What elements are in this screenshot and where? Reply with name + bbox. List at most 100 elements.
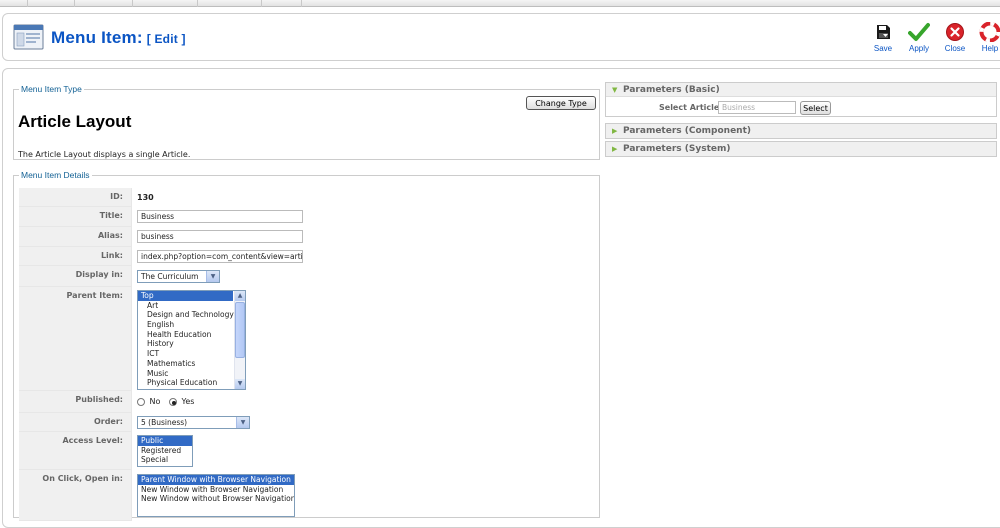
save-button[interactable]: Save — [866, 22, 900, 53]
toolbar: Menu Item:[ Edit ] Save Apply Close Help — [2, 13, 1000, 61]
parameters-component-header[interactable]: ▶ Parameters (Component) — [606, 124, 996, 138]
apply-label: Apply — [908, 44, 929, 53]
top-strip-segment — [75, 0, 133, 7]
title-label: Title: — [19, 207, 132, 227]
apply-button[interactable]: Apply — [902, 22, 936, 53]
top-strip-segment — [28, 0, 75, 7]
lifebuoy-help-icon — [979, 22, 1000, 42]
id-label: ID: — [19, 188, 132, 207]
published-no-label: No — [149, 397, 161, 406]
access-level-row: Access Level: Public Registered Special — [19, 432, 594, 470]
id-value: 130 — [137, 193, 154, 202]
on-click-label: On Click, Open in: — [19, 470, 132, 521]
close-label: Close — [944, 44, 966, 53]
collapsed-arrow-icon: ▶ — [612, 145, 618, 153]
save-icon — [877, 25, 890, 39]
help-button[interactable]: Help — [974, 22, 1000, 53]
order-label: Order: — [19, 413, 132, 432]
on-click-option[interactable]: New Window without Browser Navigation — [138, 494, 294, 504]
published-label: Published: — [19, 391, 132, 413]
parent-item-listbox[interactable]: Top Art Design and Technology English He… — [137, 290, 246, 390]
link-input[interactable]: index.php?option=com_content&view=articl… — [137, 250, 303, 263]
on-click-listbox[interactable]: Parent Window with Browser Navigation Ne… — [137, 474, 295, 517]
on-click-option[interactable]: New Window with Browser Navigation — [138, 485, 294, 495]
top-strip-segment — [133, 0, 198, 7]
select-article-label: Select Article — [659, 103, 720, 112]
access-option[interactable]: Special — [138, 455, 192, 465]
link-row: Link: index.php?option=com_content&view=… — [19, 247, 594, 266]
page-subtitle: [ Edit ] — [146, 32, 186, 46]
parent-item-label: Parent Item: — [19, 287, 132, 391]
menu-item-type-fieldset: Menu Item Type Change Type Article Layou… — [13, 84, 600, 160]
parent-option[interactable]: ICT — [138, 349, 245, 359]
menu-item-type-legend: Menu Item Type — [21, 84, 82, 94]
browser-top-strip — [0, 0, 1000, 7]
alias-input[interactable]: business — [137, 230, 303, 243]
title-input[interactable]: Business — [137, 210, 303, 223]
select-article-input[interactable]: Business — [718, 101, 796, 114]
id-row: ID: 130 — [19, 188, 594, 207]
parent-option[interactable]: Physical Education — [138, 378, 245, 388]
published-yes-label: Yes — [181, 397, 195, 406]
save-label: Save — [873, 44, 893, 53]
menu-item-details-fieldset: Menu Item Details ID: 130 Title: Busines… — [13, 170, 600, 521]
parent-option[interactable]: History — [138, 339, 245, 349]
order-select[interactable]: 5 (Business) ▼ — [137, 416, 250, 429]
parameters-system-panel: ▶ Parameters (System) — [605, 141, 997, 157]
parameters-basic-title: Parameters (Basic) — [623, 85, 720, 95]
close-button[interactable]: Close — [938, 22, 972, 53]
menu-item-details-legend: Menu Item Details — [21, 170, 90, 180]
published-yes-radio[interactable] — [168, 397, 177, 406]
parameters-basic-header[interactable]: ▼ Parameters (Basic) — [606, 83, 996, 97]
parent-option[interactable]: Music — [138, 369, 245, 379]
access-option[interactable]: Registered — [138, 446, 192, 456]
parameters-system-title: Parameters (System) — [623, 144, 731, 154]
published-no-radio[interactable] — [137, 397, 145, 406]
scrollbar-thumb[interactable] — [235, 302, 245, 358]
menu-item-type-title: Article Layout — [18, 112, 132, 131]
order-value: 5 (Business) — [141, 418, 188, 427]
title-row: Title: Business — [19, 207, 594, 227]
parent-option[interactable]: Health Education — [138, 330, 245, 340]
menu-item-type-description: The Article Layout displays a single Art… — [18, 150, 191, 159]
collapsed-arrow-icon: ▶ — [612, 127, 618, 135]
page-title-text: Menu Item: — [51, 28, 143, 47]
top-strip-segment — [0, 0, 28, 7]
parent-option[interactable]: Art — [138, 301, 245, 311]
top-strip-segment — [198, 0, 262, 7]
access-level-label: Access Level: — [19, 432, 132, 470]
close-icon — [946, 23, 964, 41]
parent-item-row: Parent Item: Top Art Design and Technolo… — [19, 287, 594, 391]
parameters-system-header[interactable]: ▶ Parameters (System) — [606, 142, 996, 156]
select-article-button[interactable]: Select — [800, 101, 831, 115]
parent-option[interactable]: Design and Technology — [138, 310, 245, 320]
checkmark-icon — [908, 23, 930, 41]
parent-option[interactable]: Top — [138, 291, 233, 301]
access-level-listbox[interactable]: Public Registered Special — [137, 435, 193, 467]
scroll-up-icon[interactable]: ▲ — [235, 291, 245, 301]
page-title: Menu Item:[ Edit ] — [51, 28, 186, 48]
link-label: Link: — [19, 247, 132, 266]
published-radio-group: No Yes — [137, 397, 194, 406]
chevron-down-icon[interactable]: ▼ — [236, 417, 249, 428]
display-in-row: Display in: The Curriculum ▼ — [19, 266, 594, 287]
chevron-down-icon[interactable]: ▼ — [206, 271, 219, 282]
access-option[interactable]: Public — [138, 436, 192, 446]
on-click-row: On Click, Open in: Parent Window with Br… — [19, 470, 594, 521]
parent-listbox-scrollbar[interactable]: ▲ ▼ — [234, 291, 245, 389]
parent-option[interactable]: Mathematics — [138, 359, 245, 369]
scroll-down-icon[interactable]: ▼ — [235, 379, 245, 389]
expanded-arrow-icon: ▼ — [612, 86, 618, 94]
order-row: Order: 5 (Business) ▼ — [19, 413, 594, 432]
display-in-value: The Curriculum — [141, 272, 199, 281]
alias-row: Alias: business — [19, 227, 594, 247]
display-in-label: Display in: — [19, 266, 132, 287]
alias-label: Alias: — [19, 227, 132, 247]
on-click-option[interactable]: Parent Window with Browser Navigation — [138, 475, 294, 485]
parameters-basic-panel: ▼ Parameters (Basic) Select Article Busi… — [605, 82, 997, 117]
parent-option[interactable]: English — [138, 320, 245, 330]
change-type-button[interactable]: Change Type — [526, 96, 596, 110]
display-in-select[interactable]: The Curriculum ▼ — [137, 270, 220, 283]
published-row: Published: No Yes — [19, 391, 594, 413]
help-label: Help — [981, 44, 999, 53]
